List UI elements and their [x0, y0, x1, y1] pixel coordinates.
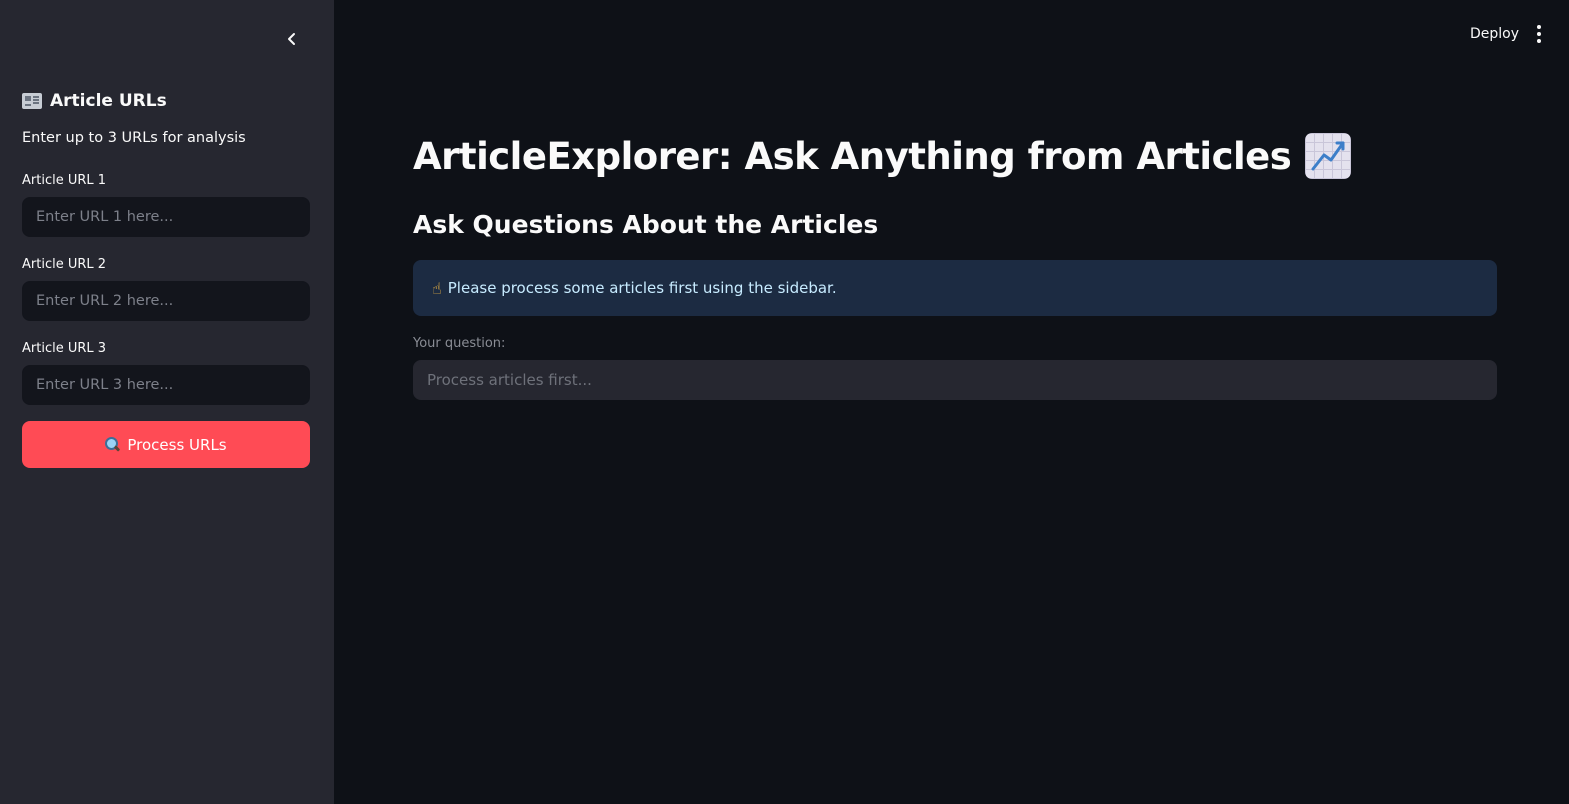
process-urls-label: Process URLs	[127, 435, 227, 454]
sidebar-heading: Article URLs	[22, 89, 167, 113]
newspaper-icon	[22, 93, 42, 109]
kebab-menu-icon	[1537, 25, 1541, 29]
sidebar-collapse-button[interactable]	[279, 26, 305, 52]
page-title: ArticleExplorer: Ask Anything from Artic…	[413, 128, 1352, 184]
question-label: Your question:	[413, 336, 506, 351]
page-title-text: ArticleExplorer: Ask Anything from Artic…	[413, 134, 1292, 178]
article-url-2-label: Article URL 2	[22, 257, 107, 272]
chart-increasing-icon	[1305, 133, 1352, 179]
article-url-3-input[interactable]	[22, 365, 310, 405]
article-url-1-input[interactable]	[22, 197, 310, 237]
deploy-button[interactable]: Deploy	[1462, 22, 1527, 46]
pointing-hand-icon: ☝	[432, 278, 442, 298]
magnifying-glass-icon	[105, 437, 120, 452]
main-menu-button[interactable]	[1528, 22, 1550, 46]
process-urls-button[interactable]: Process URLs	[22, 421, 310, 468]
sidebar: Article URLs Enter up to 3 URLs for anal…	[0, 0, 334, 804]
sidebar-heading-text: Article URLs	[50, 91, 167, 111]
sidebar-description: Enter up to 3 URLs for analysis	[22, 130, 246, 146]
question-input[interactable]	[413, 360, 1497, 400]
app-root: Article URLs Enter up to 3 URLs for anal…	[0, 0, 1569, 804]
article-url-3-label: Article URL 3	[22, 341, 107, 356]
info-alert: ☝ Please process some articles first usi…	[413, 260, 1497, 316]
info-alert-text: Please process some articles first using…	[447, 279, 837, 297]
section-heading: Ask Questions About the Articles	[413, 210, 879, 239]
article-url-1-label: Article URL 1	[22, 173, 107, 188]
chevron-left-icon	[288, 33, 295, 45]
article-url-2-input[interactable]	[22, 281, 310, 321]
